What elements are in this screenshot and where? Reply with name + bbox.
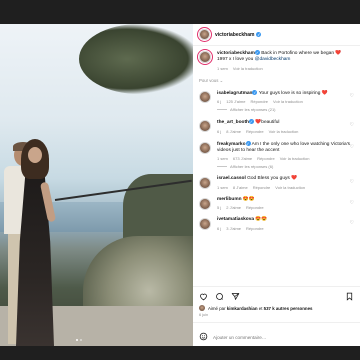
comment-text: 😍😍 xyxy=(254,217,268,223)
liker-username[interactable]: kimkardashian xyxy=(227,306,258,311)
comment-item: israel.cassol✓ God Bless you guys ❤️ 1 s… xyxy=(199,176,354,190)
commenter-avatar[interactable] xyxy=(199,218,211,231)
reply-link[interactable]: Répondre xyxy=(253,185,271,190)
commenter-avatar[interactable] xyxy=(199,197,211,210)
pour-vous-filter[interactable]: Pour vous ⌄ xyxy=(199,78,354,84)
carousel-dots xyxy=(76,339,82,341)
post-actions: Aimé par kimkardashian et 537 k autres p… xyxy=(193,286,360,346)
comment-username[interactable]: merlibumn xyxy=(217,197,242,202)
comments-panel: victoriabeckham ✓ victoriabeckham✓ Back … xyxy=(193,24,360,346)
comment-item: the_art_booth✓ ❤️beautiful 6 j 8 J'aime … xyxy=(199,119,354,134)
post-header: victoriabeckham ✓ xyxy=(193,24,360,46)
comment-item: merlibumn✓ 😍😍 5 j 2 J'aime Répondre ♡ xyxy=(199,197,354,210)
comment-like-icon[interactable]: ♡ xyxy=(350,200,354,206)
comment-like-icon[interactable]: ♡ xyxy=(350,122,354,128)
comment-username[interactable]: the_art_booth xyxy=(217,120,249,125)
author-avatar[interactable] xyxy=(199,29,210,40)
comment-input[interactable] xyxy=(213,334,343,340)
author-username[interactable]: victoriabeckham ✓ xyxy=(215,32,262,38)
comment-like-icon[interactable]: ♡ xyxy=(350,220,354,226)
commenter-avatar[interactable] xyxy=(199,141,211,154)
comment-likes[interactable]: 8 J'aime xyxy=(233,185,248,190)
reply-link[interactable]: Répondre xyxy=(246,226,264,231)
reply-link[interactable]: Répondre xyxy=(250,99,268,104)
heart-icon[interactable] xyxy=(199,288,208,306)
comment-icon[interactable] xyxy=(215,288,224,306)
likes-count-link[interactable]: 537 k autres personnes xyxy=(264,306,313,311)
caption-time: 1 sem xyxy=(217,65,228,71)
show-replies[interactable]: Afficher les réponses (21) xyxy=(217,107,353,112)
caption: victoriabeckham✓ Back in Portofino where… xyxy=(199,50,354,71)
commenter-avatar[interactable] xyxy=(199,120,211,133)
comment-username[interactable]: isabelagrutman xyxy=(217,91,252,96)
caption-avatar[interactable] xyxy=(199,51,211,63)
commenter-avatar[interactable] xyxy=(199,90,211,103)
post-window: victoriabeckham ✓ victoriabeckham✓ Back … xyxy=(0,24,360,346)
liked-by: Aimé par kimkardashian et 537 k autres p… xyxy=(199,305,354,311)
comment-username[interactable]: israel.cassol xyxy=(217,176,246,181)
translate-link[interactable]: Voir la traduction xyxy=(233,66,263,71)
comment-likes[interactable]: 125 J'aime xyxy=(226,99,245,104)
comment-likes[interactable]: 8 J'aime xyxy=(226,129,241,134)
post-photo[interactable] xyxy=(0,24,193,346)
comment-time: 1 sem xyxy=(217,184,228,190)
reply-link[interactable]: Répondre xyxy=(257,156,275,161)
translate-link[interactable]: Voir la traduction xyxy=(275,185,305,190)
share-icon[interactable] xyxy=(231,288,240,306)
translate-link[interactable]: Voir la traduction xyxy=(273,99,303,104)
post-date: 6 juin xyxy=(199,313,209,317)
comment-like-icon[interactable]: ♡ xyxy=(350,93,354,99)
comment-item: isabelagrutman✓ Your guys love is so ins… xyxy=(199,89,354,112)
comment-time: 6 j xyxy=(217,128,222,134)
photo-person-woman xyxy=(12,139,57,346)
liker-avatar[interactable] xyxy=(199,305,205,311)
photo-tree xyxy=(79,24,193,94)
comment-time: 5 j xyxy=(217,205,222,211)
comment-text: Your guys love is so inspiring ❤️ xyxy=(257,90,328,96)
reply-link[interactable]: Répondre xyxy=(246,129,264,134)
comment-item: freakymarko✓ Am I the only one who love … xyxy=(199,140,354,169)
comment-time: 6 j xyxy=(217,225,222,231)
comment-text: ❤️beautiful xyxy=(253,120,280,126)
commenter-avatar[interactable] xyxy=(199,177,211,190)
caption-username[interactable]: victoriabeckham xyxy=(217,51,255,56)
caption-mention[interactable]: @davidbeckham xyxy=(255,57,291,62)
comment-likes[interactable]: 2 J'aime xyxy=(226,205,241,210)
reply-link[interactable]: Répondre xyxy=(246,205,264,210)
add-comment-bar xyxy=(193,322,360,346)
emoji-icon[interactable] xyxy=(199,328,208,346)
bookmark-icon[interactable] xyxy=(345,288,354,306)
comment-item: ivetamatiaskova✓ 😍😍 6 j 3 J'aime Répondr… xyxy=(199,217,354,231)
comment-time: 1 sem xyxy=(217,156,228,162)
comment-text: 😍😍 xyxy=(241,196,255,202)
comment-like-icon[interactable]: ♡ xyxy=(350,179,354,185)
comment-text: God Bless you guys ❤️ xyxy=(245,176,298,182)
translate-link[interactable]: Voir la traduction xyxy=(280,156,310,161)
comment-likes[interactable]: 673 J'aime xyxy=(233,156,252,161)
comment-like-icon[interactable]: ♡ xyxy=(350,144,354,150)
comments-list[interactable]: victoriabeckham✓ Back in Portofino where… xyxy=(193,46,360,286)
verified-icon: ✓ xyxy=(256,32,262,37)
comment-username[interactable]: freakymarko xyxy=(217,142,246,147)
comment-username[interactable]: ivetamatiaskova xyxy=(217,217,254,222)
comment-time: 6 j xyxy=(217,99,222,105)
show-replies[interactable]: Afficher les réponses (6) xyxy=(217,164,353,169)
translate-link[interactable]: Voir la traduction xyxy=(269,129,299,134)
comment-likes[interactable]: 3 J'aime xyxy=(226,226,241,231)
